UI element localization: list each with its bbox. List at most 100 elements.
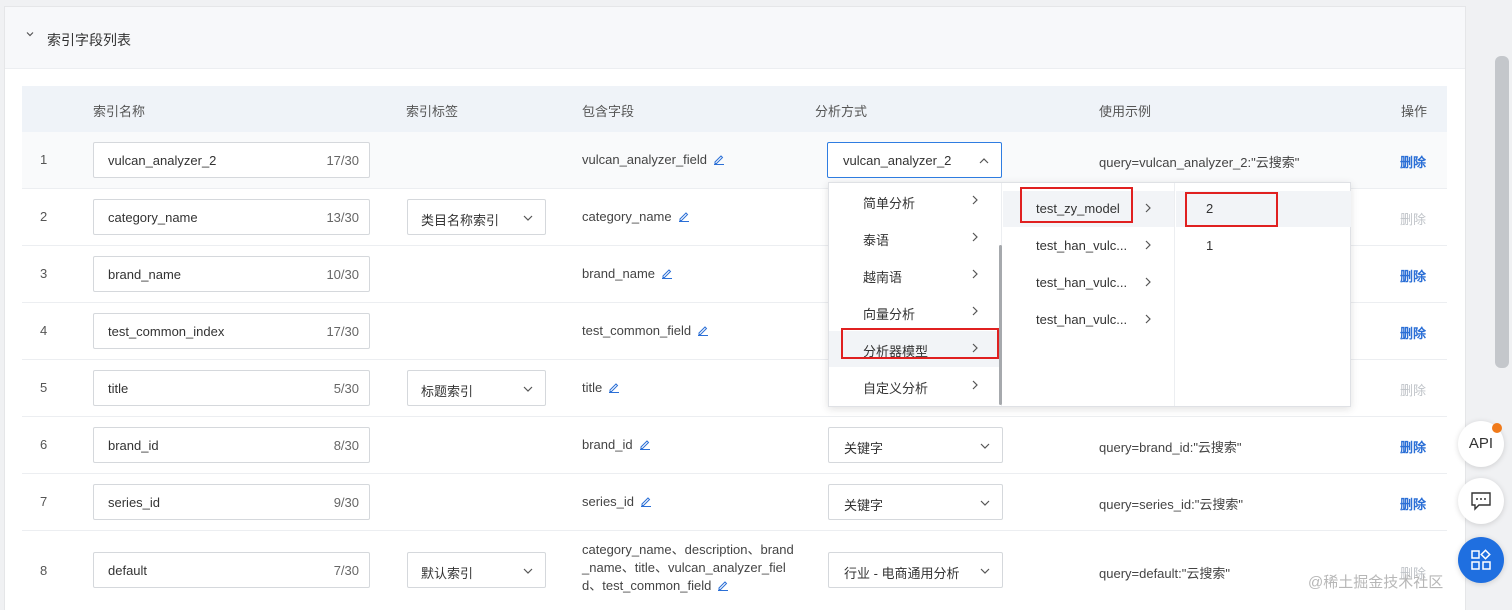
edit-icon[interactable] <box>713 153 725 165</box>
cascader-option[interactable]: test_han_vulc... <box>1003 228 1174 264</box>
chevron-right-icon <box>972 232 978 242</box>
edit-icon[interactable] <box>717 579 729 591</box>
option-label: 向量分析 <box>863 307 916 322</box>
cascader-option[interactable]: 1 <box>1176 228 1351 264</box>
cascader-option[interactable]: 越南语 <box>829 257 1001 293</box>
fields-text: category_name <box>582 209 690 224</box>
chevron-right-icon <box>972 195 978 205</box>
panel-header[interactable]: 索引字段列表 <box>5 7 1465 69</box>
fields-text: brand_id <box>582 437 651 452</box>
char-count: 10/30 <box>326 267 359 282</box>
option-label: 1 <box>1206 238 1214 253</box>
delete-link[interactable]: 删除 <box>1400 437 1426 456</box>
fields-text: title <box>582 380 620 395</box>
cascader-option[interactable]: 向量分析 <box>829 294 1001 330</box>
index-name-value: vulcan_analyzer_2 <box>108 153 217 168</box>
usage-example: query=series_id:"云搜索" <box>1099 497 1243 512</box>
cascader-option[interactable]: 泰语 <box>829 220 1001 256</box>
index-tag-select[interactable]: 标题索引 <box>407 370 546 406</box>
char-count: 17/30 <box>326 324 359 339</box>
index-name-input[interactable]: category_name 13/30 <box>93 199 370 235</box>
index-name-input[interactable]: default 7/30 <box>93 552 370 588</box>
delete-link[interactable]: 删除 <box>1400 494 1426 513</box>
edit-icon[interactable] <box>640 495 652 507</box>
analyzer-select[interactable]: 关键字 <box>828 484 1003 520</box>
table-row: 6 brand_id 8/30 brand_id 关键字 query=brand… <box>22 417 1447 474</box>
row-index: 5 <box>40 380 48 395</box>
chevron-right-icon <box>1145 240 1151 250</box>
index-tag-select[interactable]: 默认索引 <box>407 552 546 588</box>
tag-value: 类目名称索引 <box>421 213 500 228</box>
analyzer-select[interactable]: vulcan_analyzer_2 <box>827 142 1002 178</box>
row-index: 4 <box>40 323 48 338</box>
chevron-down-icon <box>523 215 533 221</box>
edit-icon[interactable] <box>661 267 673 279</box>
cascader-scrollbar[interactable] <box>999 245 1002 405</box>
fields-value: title <box>582 380 603 395</box>
usage-example: query=brand_id:"云搜索" <box>1099 440 1242 455</box>
cascader-option[interactable]: test_han_vulc... <box>1003 265 1174 301</box>
analyzer-value: vulcan_analyzer_2 <box>843 153 952 168</box>
cascader-option[interactable]: 自定义分析 <box>829 368 1001 404</box>
char-count: 5/30 <box>333 381 359 396</box>
index-name-input[interactable]: test_common_index 17/30 <box>93 313 370 349</box>
index-name-input[interactable]: brand_id 8/30 <box>93 427 370 463</box>
analyzer-select[interactable]: 行业 - 电商通用分析 <box>828 552 1003 588</box>
apps-button[interactable] <box>1458 537 1504 583</box>
header-fields: 包含字段 <box>582 104 635 119</box>
delete-link-disabled[interactable]: 删除 <box>1400 380 1426 399</box>
delete-link[interactable]: 删除 <box>1400 266 1426 285</box>
chevron-down-icon <box>26 32 34 37</box>
feedback-button[interactable] <box>1458 478 1504 524</box>
fields-text: brand_name <box>582 266 673 281</box>
chevron-right-icon <box>1145 277 1151 287</box>
edit-icon[interactable] <box>678 210 690 222</box>
index-name-value: brand_name <box>108 267 181 282</box>
delete-link-disabled[interactable]: 删除 <box>1400 209 1426 228</box>
fields-value: brand_name <box>582 266 655 281</box>
table-row: 7 series_id 9/30 series_id 关键字 query=ser… <box>22 474 1447 531</box>
page-scrollbar[interactable] <box>1495 56 1509 368</box>
char-count: 7/30 <box>333 563 359 578</box>
cascader-option[interactable]: 简单分析 <box>829 183 1001 219</box>
fields-text: vulcan_analyzer_field <box>582 152 725 167</box>
chevron-right-icon <box>1145 203 1151 213</box>
index-name-input[interactable]: brand_name 10/30 <box>93 256 370 292</box>
apps-grid-icon <box>1471 549 1491 570</box>
option-label: 自定义分析 <box>863 381 929 396</box>
table-row: 1 vulcan_analyzer_2 17/30 vulcan_analyze… <box>22 132 1447 189</box>
notification-dot <box>1492 423 1502 433</box>
header-op: 操作 <box>1401 104 1428 119</box>
chevron-down-icon <box>523 386 533 392</box>
header-example: 使用示例 <box>1099 104 1152 119</box>
index-name-value: default <box>108 563 148 578</box>
tag-value: 标题索引 <box>421 384 474 399</box>
usage-example: query=default:"云搜索" <box>1099 566 1230 581</box>
fields-value: category_name、description、brand_name、tit… <box>582 542 794 593</box>
index-name-input[interactable]: vulcan_analyzer_2 17/30 <box>93 142 370 178</box>
chevron-down-icon <box>980 568 990 574</box>
char-count: 9/30 <box>333 495 359 510</box>
edit-icon[interactable] <box>697 324 709 336</box>
option-label: 简单分析 <box>863 196 916 211</box>
index-name-input[interactable]: title 5/30 <box>93 370 370 406</box>
header-name: 索引名称 <box>93 104 146 119</box>
chevron-down-icon <box>980 500 990 506</box>
cascader-option[interactable]: test_han_vulc... <box>1003 302 1174 338</box>
highlight-box <box>841 328 999 359</box>
edit-icon[interactable] <box>639 438 651 450</box>
delete-link[interactable]: 删除 <box>1400 323 1426 342</box>
option-label: 越南语 <box>863 270 903 285</box>
fields-text: test_common_field <box>582 323 709 338</box>
option-label: 泰语 <box>863 233 890 248</box>
header-analyzer: 分析方式 <box>815 104 868 119</box>
delete-link[interactable]: 删除 <box>1400 152 1426 171</box>
index-name-input[interactable]: series_id 9/30 <box>93 484 370 520</box>
header-tag: 索引标签 <box>406 104 459 119</box>
row-index: 2 <box>40 209 48 224</box>
fields-value: vulcan_analyzer_field <box>582 152 708 167</box>
analyzer-select[interactable]: 关键字 <box>828 427 1003 463</box>
index-name-value: test_common_index <box>108 324 225 339</box>
index-tag-select[interactable]: 类目名称索引 <box>407 199 546 235</box>
edit-icon[interactable] <box>608 381 620 393</box>
